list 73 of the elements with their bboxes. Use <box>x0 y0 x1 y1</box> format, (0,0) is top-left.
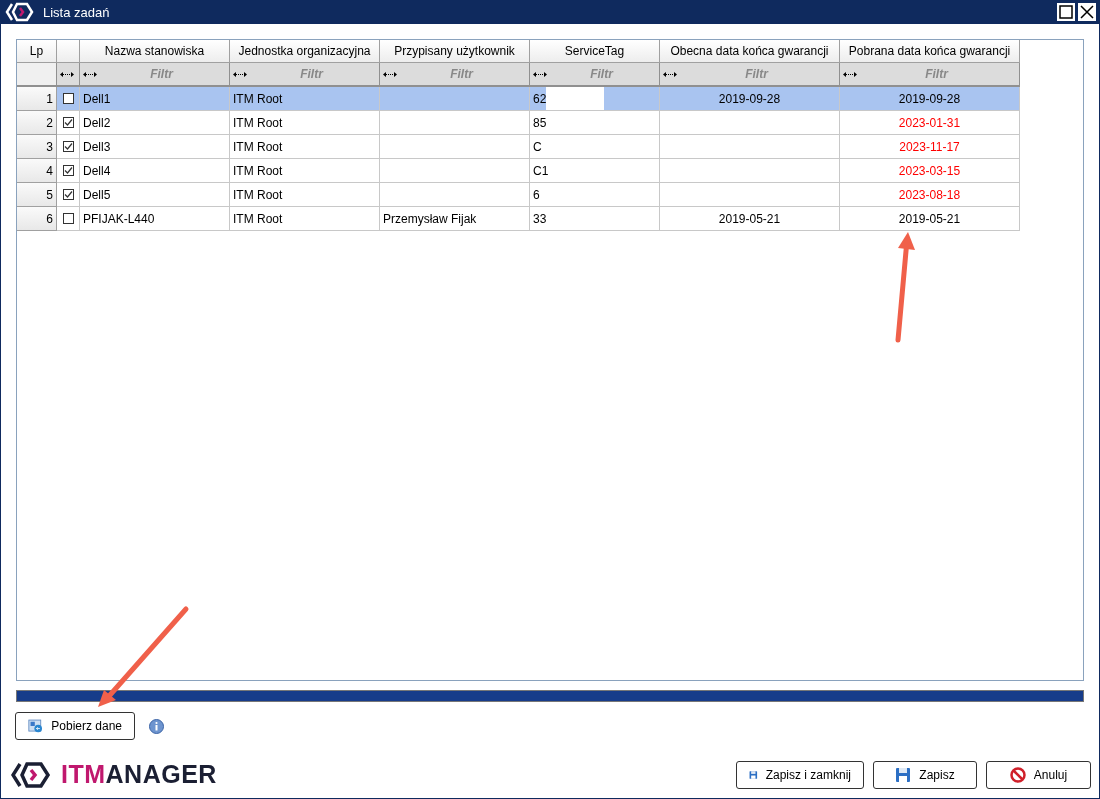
column-header[interactable]: Obecna data końca gwarancji <box>660 40 840 63</box>
table-cell: ITM Root <box>230 159 380 183</box>
checkbox[interactable] <box>62 141 74 152</box>
window-refresh-icon <box>28 718 44 734</box>
row-number: 3 <box>17 135 57 159</box>
table-cell: 2023-03-15 <box>840 159 1020 183</box>
resize-arrows-icon <box>383 70 397 78</box>
table-cell: Dell2 <box>80 111 230 135</box>
column-header[interactable]: Jednostka organizacyjna <box>230 40 380 63</box>
table-cell: PFIJAK-L440 <box>80 207 230 231</box>
checkbox[interactable] <box>62 117 74 128</box>
table-cell: 2019-09-28 <box>660 87 840 111</box>
itmanager-logo: ITMANAGER <box>11 760 217 789</box>
table-cell: 6 <box>533 187 540 202</box>
table-cell: 85 <box>533 115 547 130</box>
resize-arrows-icon <box>60 70 74 78</box>
resize-arrows-icon <box>233 70 247 78</box>
window-title: Lista zadań <box>43 4 110 20</box>
table-cell: 62 <box>533 91 547 106</box>
table-row[interactable]: 4 Dell4 ITM Root C1 2023-03-15 <box>17 159 1083 183</box>
row-number: 6 <box>17 207 57 231</box>
checkbox[interactable] <box>62 93 74 104</box>
checkbox[interactable] <box>62 213 74 224</box>
checkbox[interactable] <box>62 165 74 176</box>
table-cell: ITM Root <box>230 135 380 159</box>
resize-arrows-icon <box>843 70 857 78</box>
resize-arrows-icon <box>533 70 547 78</box>
table-row[interactable]: 2 Dell2 ITM Root 85 2023-01-31 <box>17 111 1083 135</box>
table-cell: ITM Root <box>230 87 380 111</box>
row-number: 4 <box>17 159 57 183</box>
close-button[interactable] <box>1078 3 1096 21</box>
table-cell: ITM Root <box>230 111 380 135</box>
save-button[interactable]: Zapisz <box>873 760 977 789</box>
column-header[interactable]: Przypisany użytkownik <box>380 40 530 63</box>
resize-arrows-icon <box>663 70 677 78</box>
info-icon[interactable] <box>149 718 164 734</box>
table-row[interactable]: 5 Dell5 ITM Root 6 2023-08-18 <box>17 183 1083 207</box>
table-cell: Dell4 <box>80 159 230 183</box>
column-header[interactable] <box>57 40 80 63</box>
table-cell: C <box>533 139 542 154</box>
maximize-button[interactable] <box>1057 3 1075 21</box>
table-cell: ITM Root <box>230 183 380 207</box>
table-cell: Dell3 <box>80 135 230 159</box>
table-cell: 2023-08-18 <box>840 183 1020 207</box>
table-cell: Dell5 <box>80 183 230 207</box>
cancel-button[interactable]: Anuluj <box>986 760 1091 789</box>
table-cell: 2019-05-21 <box>840 207 1020 231</box>
no-entry-icon <box>1009 766 1026 783</box>
table-cell: 2019-09-28 <box>840 87 1020 111</box>
column-header[interactable]: Nazwa stanowiska <box>80 40 230 63</box>
row-number: 5 <box>17 183 57 207</box>
fetch-data-button[interactable]: Pobierz dane <box>15 712 135 740</box>
redaction-mask <box>546 87 604 110</box>
table-cell: Przemysław Fijak <box>380 207 530 231</box>
row-number: 1 <box>17 87 57 111</box>
table-row[interactable]: 3 Dell3 ITM Root C 2023-11-17 <box>17 135 1083 159</box>
checkbox[interactable] <box>62 189 74 200</box>
row-number: 2 <box>17 111 57 135</box>
column-header[interactable]: ServiceTag <box>530 40 660 63</box>
app-logo-icon <box>5 2 35 22</box>
table-cell: Dell1 <box>80 87 230 111</box>
column-header[interactable]: Lp <box>17 40 57 63</box>
table-cell: ITM Root <box>230 207 380 231</box>
table-cell: 2019-05-21 <box>660 207 840 231</box>
column-header[interactable]: Pobrana data końca gwarancji <box>840 40 1020 63</box>
table-cell: 33 <box>533 211 547 226</box>
table-cell: 2023-01-31 <box>840 111 1020 135</box>
table-row[interactable]: 6 PFIJAK-L440 ITM Root Przemysław Fijak 33 2019-05-21 2019-05-21 <box>17 207 1083 231</box>
resize-arrows-icon <box>83 70 97 78</box>
save-close-button[interactable]: Zapisz i zamknij <box>736 760 864 789</box>
table-cell: C1 <box>533 163 549 178</box>
table-cell: 2023-11-17 <box>840 135 1020 159</box>
table-row[interactable]: 1 Dell1 ITM Root 62 2019-09-28 2019-09-28 <box>17 87 1083 111</box>
